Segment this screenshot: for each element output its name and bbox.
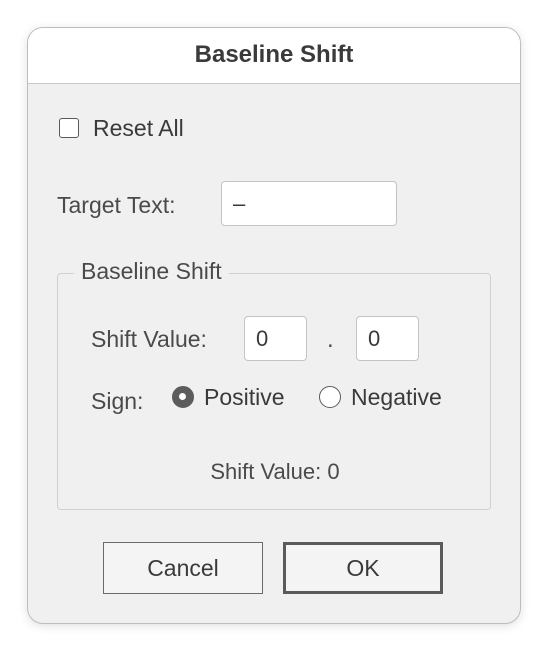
sign-label: Sign: [91,388,144,414]
negative-label[interactable]: Negative [351,384,442,411]
decimal-separator: . [327,326,334,353]
cancel-button[interactable]: Cancel [103,542,263,594]
dialog-title: Baseline Shift [194,41,354,68]
dialog-titlebar[interactable]: Baseline Shift [28,28,520,84]
sign-option-positive[interactable]: Positive [172,383,285,411]
reset-all-label[interactable]: Reset All [93,115,184,142]
positive-radio[interactable] [172,386,194,408]
reset-all-row[interactable]: Reset All [59,115,184,141]
shift-integer-input[interactable]: 0 [244,316,307,361]
baseline-shift-group: Baseline Shift Shift Value: 0 . 0 Sign: … [57,258,491,510]
shift-value-label: Shift Value: [91,326,207,352]
negative-radio[interactable] [319,386,341,408]
target-text-value: – [233,190,246,216]
reset-all-checkbox[interactable] [59,118,79,138]
target-text-input[interactable]: – [221,181,397,226]
shift-value-status: Shift Value: 0 [210,459,340,484]
sign-option-negative[interactable]: Negative [319,383,442,411]
shift-integer-value: 0 [256,325,269,351]
group-legend: Baseline Shift [74,258,229,285]
baseline-shift-dialog: Baseline Shift Reset All Target Text: – … [27,27,521,624]
ok-button[interactable]: OK [283,542,443,594]
shift-decimal-input[interactable]: 0 [356,316,419,361]
shift-decimal-value: 0 [368,325,381,351]
target-text-label: Target Text: [57,192,176,218]
positive-label[interactable]: Positive [204,384,285,411]
